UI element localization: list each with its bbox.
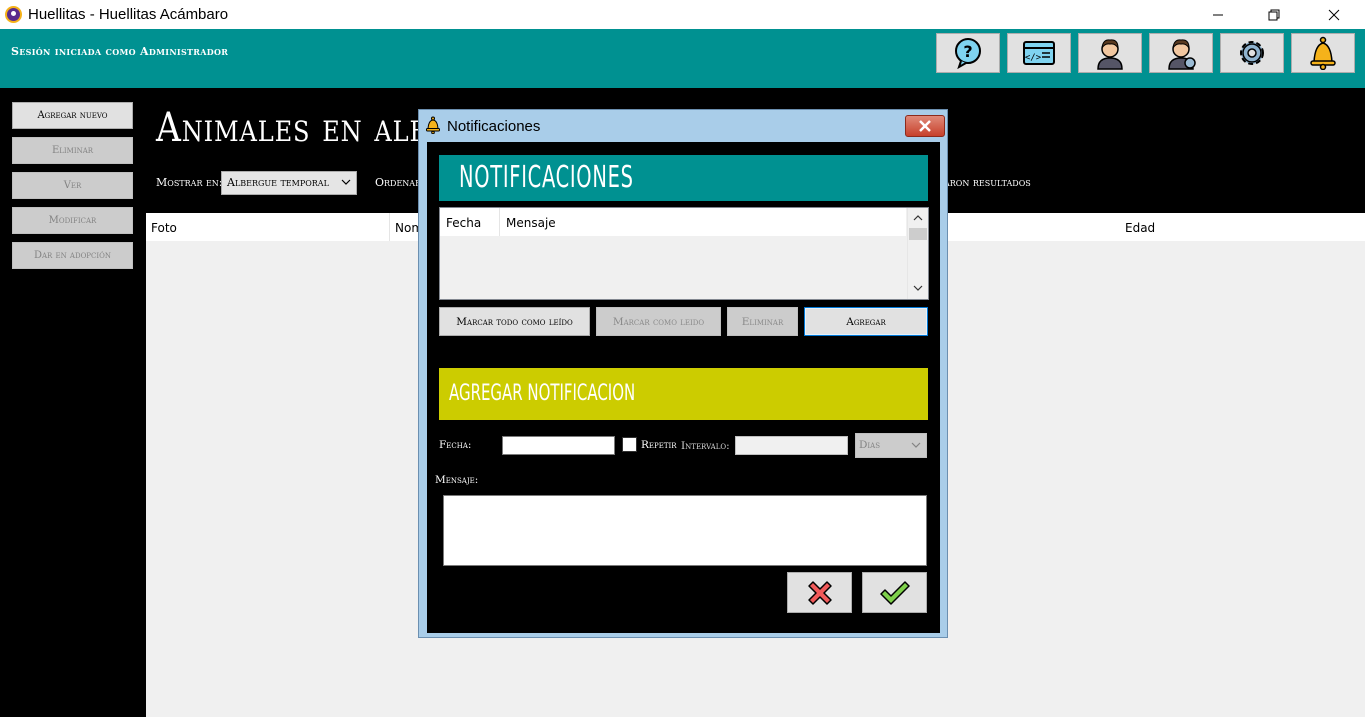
- show-in-select[interactable]: Albergue temporal: [221, 171, 357, 195]
- restore-icon: [1268, 9, 1280, 20]
- column-header-message[interactable]: Mensaje: [506, 216, 556, 230]
- interval-unit-value: Dias: [859, 439, 881, 451]
- notifications-list[interactable]: Fecha Mensaje: [439, 207, 929, 300]
- order-label: Ordenar: [375, 176, 422, 189]
- bell-icon: [1310, 36, 1336, 70]
- checkmark-icon: [879, 580, 910, 605]
- accept-button[interactable]: [862, 572, 927, 613]
- restore-button[interactable]: [1251, 0, 1297, 29]
- message-label: Mensaje:: [435, 474, 479, 486]
- notifications-title: NOTIFICACIONES: [459, 160, 634, 195]
- close-icon: [919, 120, 931, 132]
- chevron-down-icon: [911, 442, 921, 448]
- chevron-down-icon: [341, 179, 351, 185]
- column-header-photo[interactable]: Foto: [146, 213, 390, 241]
- modify-button[interactable]: Modificar: [12, 207, 133, 234]
- svg-text:</>: </>: [1025, 53, 1042, 63]
- scroll-down-button[interactable]: [910, 280, 926, 296]
- notifications-button[interactable]: [1291, 33, 1355, 73]
- message-field[interactable]: [443, 495, 927, 566]
- interval-field[interactable]: [735, 436, 848, 455]
- app-logo-icon: [5, 6, 22, 23]
- window-title: Huellitas - Huellitas Acámbaro: [28, 6, 229, 23]
- results-status: aron resultados: [944, 176, 1031, 189]
- scrollbar-thumb[interactable]: [909, 228, 927, 240]
- delete-button[interactable]: Eliminar: [12, 137, 133, 164]
- date-label: Fecha:: [439, 439, 472, 451]
- column-header-name[interactable]: Nom: [390, 213, 423, 241]
- list-header: Fecha Mensaje: [440, 208, 906, 236]
- bell-icon: [426, 116, 440, 134]
- add-notification-header: AGREGAR NOTIFICACION: [439, 368, 928, 420]
- mark-all-read-button[interactable]: Marcar todo como leído: [439, 307, 590, 336]
- minimize-button[interactable]: [1195, 0, 1241, 29]
- column-header-age[interactable]: Edad: [1120, 213, 1365, 241]
- chevron-down-icon: [913, 285, 923, 291]
- code-window-icon: </>: [1023, 41, 1055, 65]
- adopt-button[interactable]: Dar en adopción: [12, 242, 133, 269]
- chevron-up-icon: [913, 215, 923, 221]
- mark-read-button[interactable]: Marcar como leido: [596, 307, 721, 336]
- interval-unit-select[interactable]: Dias: [855, 433, 927, 458]
- close-icon: [1328, 9, 1340, 20]
- settings-button[interactable]: [1220, 33, 1284, 73]
- cancel-button[interactable]: [787, 572, 852, 613]
- show-in-value: Albergue temporal: [227, 176, 329, 189]
- user-icon: [1097, 39, 1123, 70]
- show-in-label: Mostrar en:: [156, 176, 223, 189]
- app-header: Sesión iniciada como Administrador ? </>: [0, 29, 1365, 88]
- scroll-up-button[interactable]: [910, 210, 926, 226]
- notifications-dialog: Notificaciones NOTIFICACIONES Fecha Mens…: [418, 109, 948, 638]
- settings-gear-icon: [1240, 41, 1264, 65]
- code-button[interactable]: </>: [1007, 33, 1071, 73]
- close-window-button[interactable]: [1311, 0, 1357, 29]
- add-new-button[interactable]: Agregar nuevo: [12, 102, 133, 129]
- help-button[interactable]: ?: [936, 33, 1000, 73]
- dialog-title: Notificaciones: [447, 118, 541, 135]
- view-button[interactable]: Ver: [12, 172, 133, 199]
- session-status: Sesión iniciada como Administrador: [11, 45, 229, 58]
- dialog-content: NOTIFICACIONES Fecha Mensaje Marcar todo…: [427, 142, 940, 633]
- repeat-label: Repetir: [641, 439, 677, 451]
- notifications-header: NOTIFICACIONES: [439, 155, 928, 201]
- help-icon: ?: [955, 38, 981, 69]
- dialog-close-button[interactable]: [905, 115, 945, 137]
- minimize-icon: [1213, 14, 1223, 15]
- window-title-bar: Huellitas - Huellitas Acámbaro: [0, 0, 1365, 29]
- vertical-scrollbar[interactable]: [907, 208, 928, 299]
- user-settings-button[interactable]: [1149, 33, 1213, 73]
- user-settings-icon: [1168, 39, 1196, 70]
- svg-text:?: ?: [963, 42, 972, 61]
- repeat-checkbox[interactable]: [622, 437, 637, 452]
- user-button[interactable]: [1078, 33, 1142, 73]
- add-notification-button[interactable]: Agregar: [804, 307, 928, 336]
- cross-icon: [807, 580, 832, 605]
- delete-notification-button[interactable]: Eliminar: [727, 307, 798, 336]
- add-notification-title: AGREGAR NOTIFICACION: [449, 381, 636, 406]
- column-header-date[interactable]: Fecha: [440, 208, 500, 236]
- interval-label: Intervalo:: [681, 440, 730, 452]
- date-field[interactable]: [502, 436, 615, 455]
